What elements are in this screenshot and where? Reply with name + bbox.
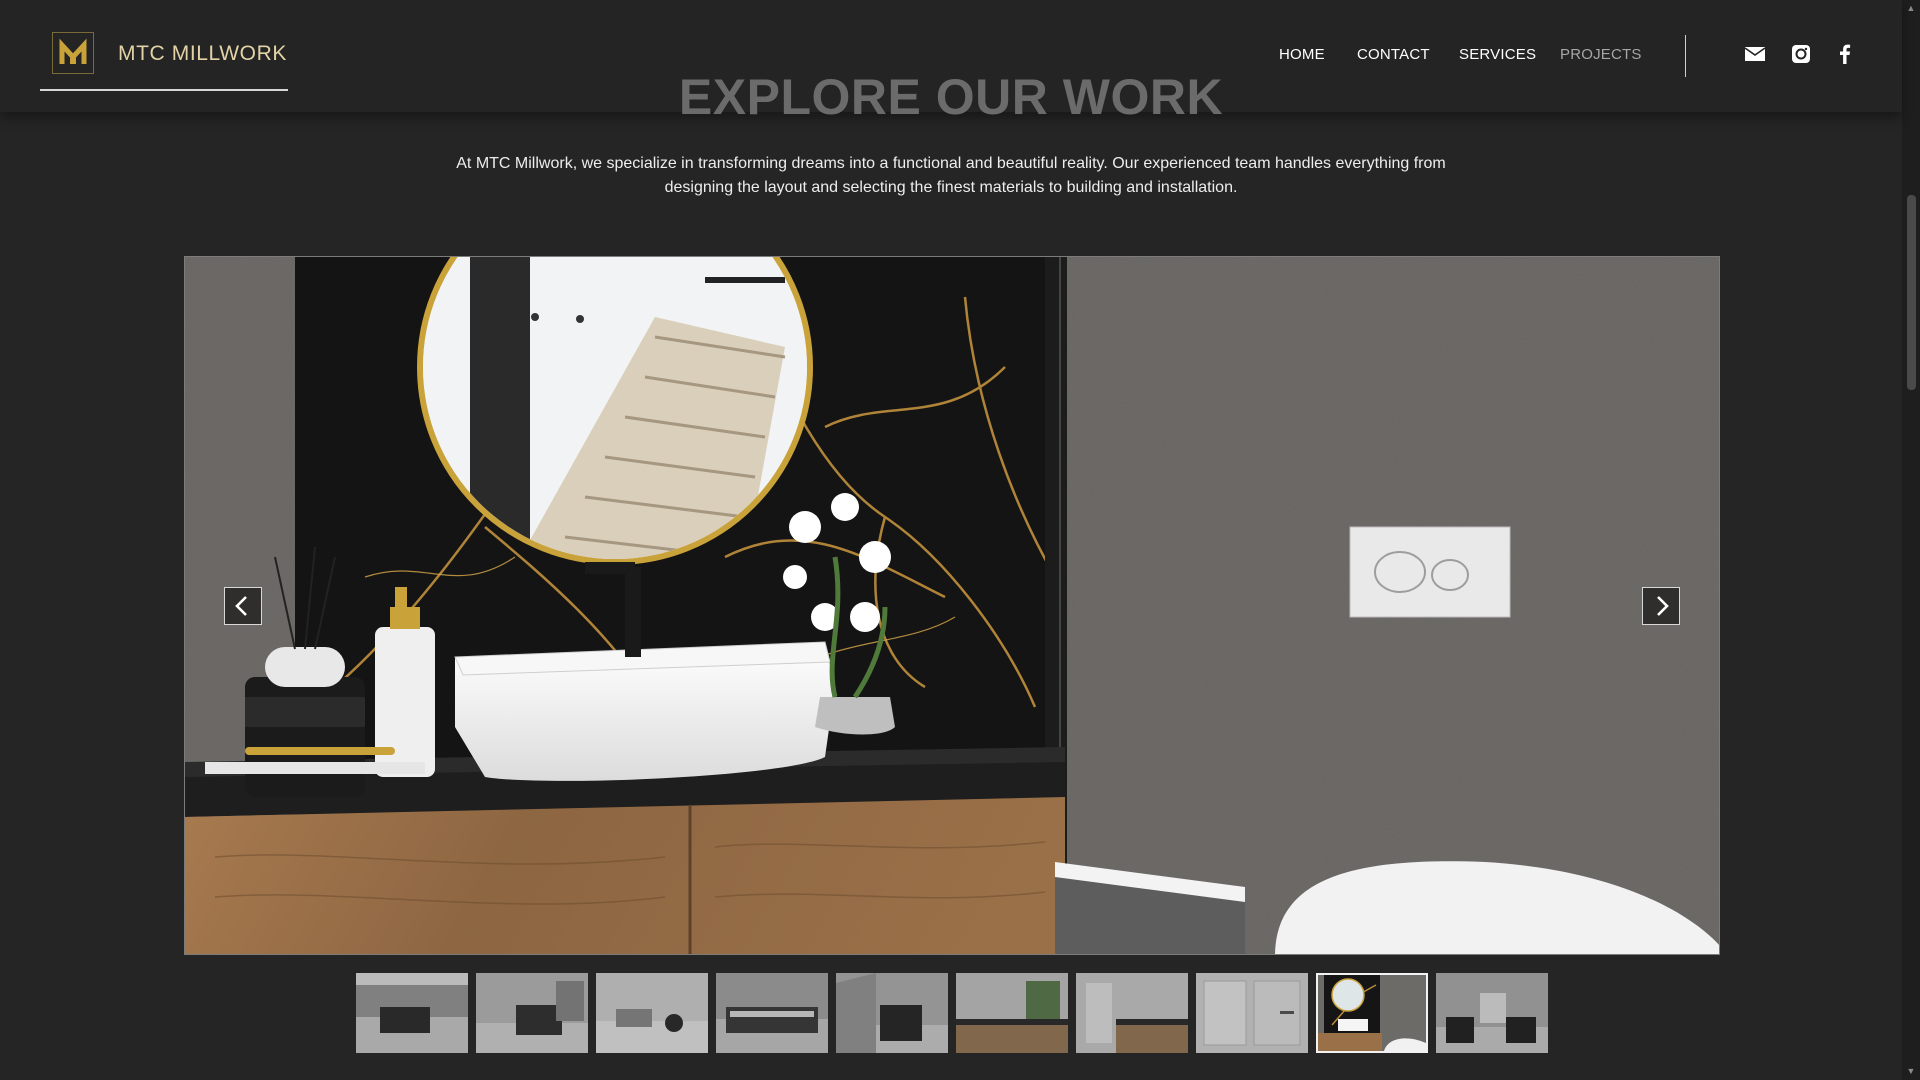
scroll-down-icon[interactable]: ▼	[1906, 1066, 1916, 1076]
page-scrollbar[interactable]: ▲ ▼	[1902, 0, 1920, 1080]
prev-arrow-button[interactable]	[224, 587, 262, 625]
next-arrow-button[interactable]	[1642, 587, 1680, 625]
instagram-icon[interactable]	[1790, 43, 1812, 65]
chevron-right-icon	[1657, 596, 1669, 616]
thumbnail-8[interactable]	[1196, 973, 1308, 1053]
thumbnail-9-active[interactable]	[1316, 973, 1428, 1053]
intro-text: At MTC Millwork, we specialize in transf…	[456, 155, 1446, 196]
chevron-left-icon	[235, 596, 247, 616]
thumbnail-3[interactable]	[596, 973, 708, 1053]
mail-icon[interactable]	[1744, 43, 1766, 65]
thumbnail-2[interactable]	[476, 973, 588, 1053]
bathroom-photo	[185, 257, 1719, 954]
page-heading: EXPLORE OUR WORK	[678, 69, 1224, 125]
thumbnail-5[interactable]	[836, 973, 948, 1053]
gallery-main-image[interactable]	[184, 256, 1720, 955]
scrollbar-thumb[interactable]	[1907, 195, 1916, 390]
nav-projects[interactable]: PROJECTS	[1560, 46, 1642, 63]
scroll-up-icon[interactable]: ▲	[1906, 3, 1916, 13]
nav-contact[interactable]: CONTACT	[1357, 46, 1430, 63]
facebook-icon[interactable]	[1834, 43, 1856, 65]
thumbnail-10[interactable]	[1436, 973, 1548, 1053]
thumbnail-4[interactable]	[716, 973, 828, 1053]
brand-name: MTC MILLWORK	[118, 42, 287, 65]
nav-home[interactable]: HOME	[1279, 46, 1325, 63]
thumbnail-6[interactable]	[956, 973, 1068, 1053]
thumbnail-1[interactable]	[356, 973, 468, 1053]
thumbnail-7[interactable]	[1076, 973, 1188, 1053]
nav-services[interactable]: SERVICES	[1459, 46, 1536, 63]
